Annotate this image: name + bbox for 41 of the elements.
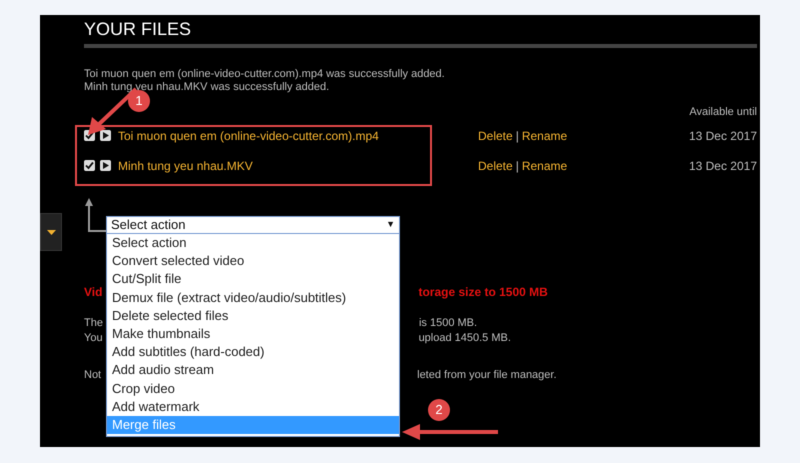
side-tab[interactable] bbox=[40, 213, 62, 251]
expiry-date: 13 Dec 2017 bbox=[688, 158, 757, 174]
warning-text: torage size to 1500 MB bbox=[418, 284, 548, 300]
section-title: YOUR FILES bbox=[84, 18, 192, 40]
dropdown-option[interactable]: Add watermark bbox=[107, 398, 399, 416]
file-name[interactable]: Toi muon quen em (online-video-cutter.com).mp4 bbox=[118, 126, 478, 144]
status-message: Toi muon quen em (online-video-cutter.com).mp4 was successfully added. bbox=[84, 68, 445, 81]
info-text: upload 1450.5 MB. bbox=[418, 330, 511, 346]
delete-link[interactable]: Delete bbox=[478, 156, 513, 174]
play-button[interactable] bbox=[100, 130, 111, 141]
rename-link[interactable]: Rename bbox=[522, 126, 568, 144]
file-name[interactable]: Minh tung yeu nhau.MKV bbox=[118, 156, 478, 174]
info-text: You bbox=[84, 330, 103, 346]
dropdown-option[interactable]: Crop video bbox=[107, 380, 399, 398]
caret-icon bbox=[46, 230, 56, 234]
checkmark-icon bbox=[85, 131, 94, 140]
dropdown-option[interactable]: Delete selected files bbox=[107, 306, 399, 325]
step-badge: 2 bbox=[428, 399, 450, 421]
warning-text: Vid bbox=[84, 284, 102, 300]
info-text: is 1500 MB. bbox=[418, 316, 478, 330]
rename-link[interactable]: Rename bbox=[522, 156, 568, 174]
bracket-arrow bbox=[84, 198, 106, 234]
play-button[interactable] bbox=[100, 160, 111, 171]
info-text: The bbox=[84, 316, 103, 330]
checkbox[interactable] bbox=[84, 160, 95, 171]
dropdown-option[interactable]: Cut/Split file bbox=[107, 270, 399, 289]
dropdown-option[interactable]: Convert selected video bbox=[107, 252, 399, 270]
dropdown-option[interactable]: Add audio stream bbox=[107, 361, 399, 380]
info-text: leted from your file manager. bbox=[417, 368, 557, 382]
column-header: Available until bbox=[689, 105, 757, 120]
dropdown-option[interactable]: Demux file (extract video/audio/subtitles) bbox=[107, 288, 399, 307]
dropdown-option[interactable]: Select action bbox=[107, 234, 399, 252]
info-text: Not bbox=[84, 368, 102, 382]
link-separator: | bbox=[516, 158, 519, 174]
dropdown-option[interactable]: Make thumbnails bbox=[107, 324, 399, 344]
expiry-date: 13 Dec 2017 bbox=[688, 128, 757, 144]
checkmark-icon bbox=[85, 161, 94, 170]
action-select[interactable]: Select action ▼ bbox=[106, 216, 400, 234]
dropdown-option[interactable]: Add subtitles (hard-coded) bbox=[107, 343, 399, 362]
delete-link[interactable]: Delete bbox=[478, 126, 513, 144]
link-separator: | bbox=[516, 128, 519, 144]
